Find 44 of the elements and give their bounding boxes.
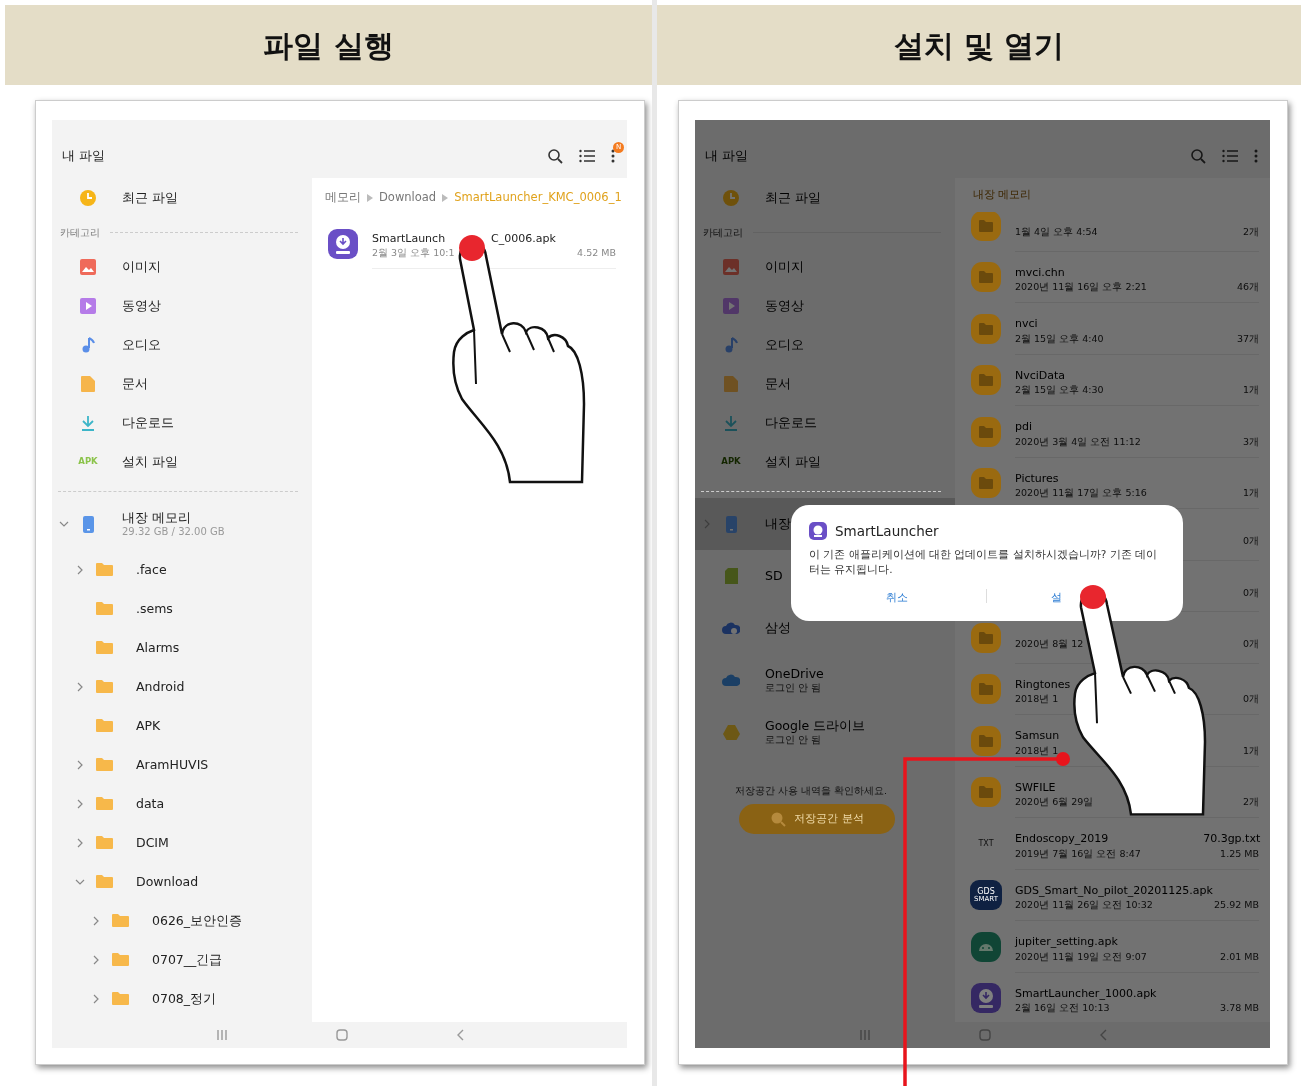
file-date: 1월 4일 오후 4:54: [1015, 226, 1098, 240]
file-date: 2018년 1: [1015, 744, 1059, 758]
file-date: 2월 15일 오후 4:40: [1015, 332, 1104, 346]
file-date: 2020년 11월 19일 오전 9:07: [1015, 950, 1147, 964]
section-label: 카테고리: [60, 225, 100, 240]
file-size: 0개: [1242, 638, 1259, 652]
file-date: 2월 16일 오전 10:13: [1015, 1002, 1110, 1015]
file-size: 4.52 MB: [577, 247, 616, 261]
file-size: 2.01 MB: [1220, 950, 1259, 964]
file-date: 2020년 3월 4일 오전 11:12: [1015, 435, 1141, 449]
file-date: 2018년 1: [1015, 693, 1059, 706]
file-size: 46개: [1236, 281, 1259, 294]
apk-label: APK: [78, 455, 98, 468]
file-size: 0개: [1242, 693, 1259, 706]
column-header: 설치 및 열기: [657, 5, 1301, 85]
section-label: 카테고리: [703, 225, 743, 240]
hint-text: 저장공간 사용 내역을 확인하세요.: [734, 784, 889, 798]
file-size: 0개: [1242, 535, 1259, 549]
file-size: 37개: [1236, 332, 1259, 346]
app-title: 내 파일: [62, 147, 106, 166]
dialog-title: SmartLauncher: [835, 522, 939, 541]
file-size: 2개: [1242, 796, 1259, 809]
file-date: 2020년 8월 12: [1015, 638, 1084, 652]
file-date: 2월 15일 오후 4:30: [1015, 384, 1104, 397]
file-size: 2개: [1242, 226, 1259, 240]
file-size: 1.25 MB: [1220, 847, 1259, 861]
file-type-label: TXT: [978, 837, 994, 850]
column-header: 파일 실행: [5, 5, 652, 85]
file-size: 25.92 MB: [1214, 899, 1259, 912]
file-date: 2020년 11월 17일 오후 5:16: [1015, 487, 1147, 500]
file-date: 2월 3일 오후 10:1: [372, 247, 455, 261]
file-size: 3개: [1242, 435, 1259, 449]
file-size: 0개: [1242, 586, 1259, 600]
file-date: 2019년 7월 16일 오전 8:47: [1015, 847, 1141, 861]
file-size: 3.78 MB: [1220, 1002, 1259, 1015]
file-size: 1개: [1242, 487, 1259, 500]
file-date: 2020년 6월 29일: [1015, 796, 1094, 809]
file-size: 1개: [1242, 744, 1259, 758]
file-date: 2020년 11월 26일 오전 10:32: [1015, 899, 1153, 912]
file-date: 2020년 11월 16일 오후 2:21: [1015, 281, 1147, 294]
app-title: 내 파일: [705, 147, 749, 166]
apk-label: APK: [721, 455, 741, 468]
file-size: 1개: [1242, 384, 1259, 397]
dialog-message: 이 기존 애플리케이션에 대한 업데이트를 설치하시겠습니까? 기존 데이터는 유지됩니다.: [809, 547, 1158, 578]
